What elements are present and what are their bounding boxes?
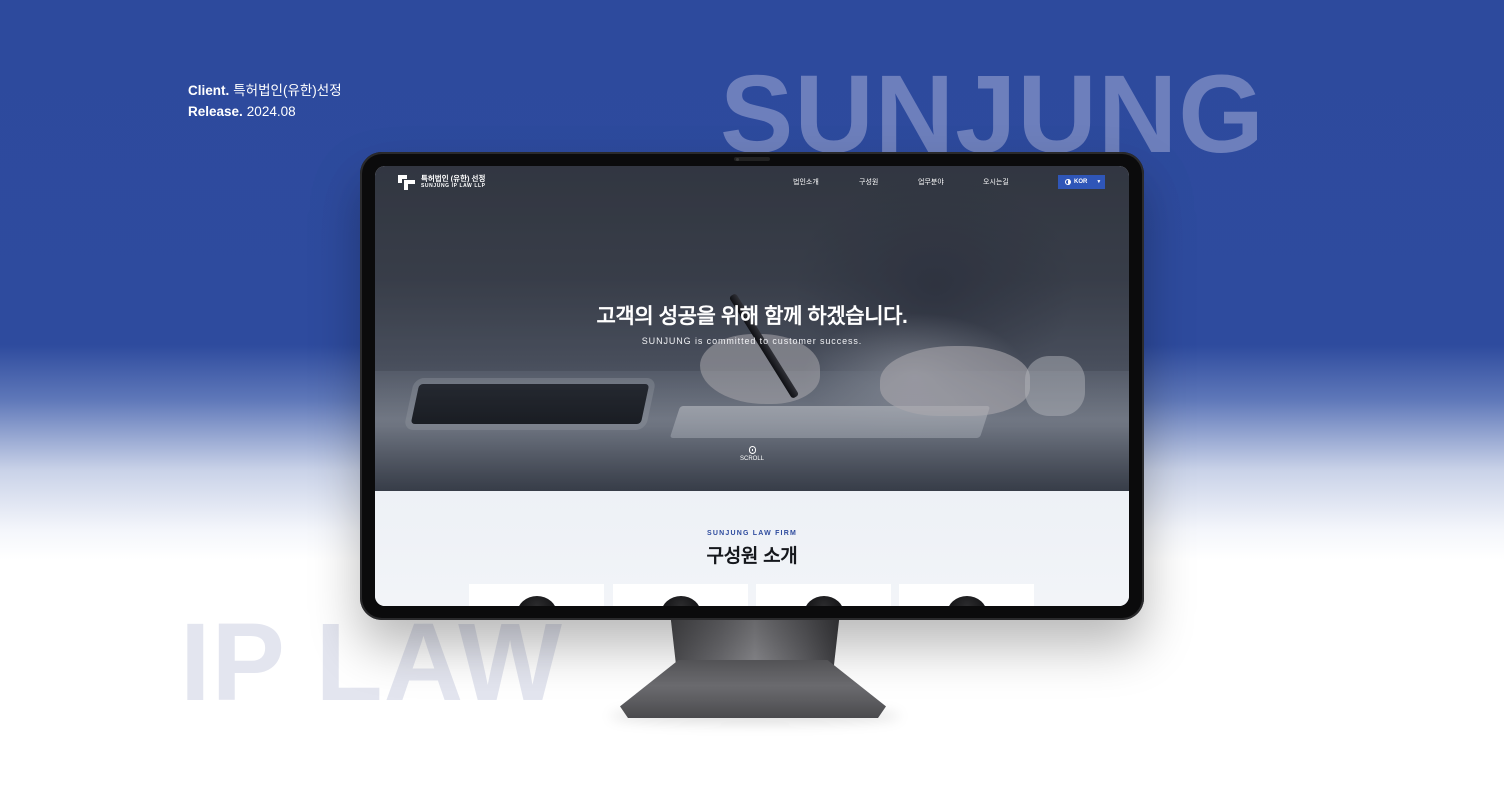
logo-text-en: SUNJUNG IP LAW LLP: [421, 183, 486, 189]
member-card[interactable]: [899, 584, 1034, 606]
client-line: Client. 특허법인(유한)선정: [188, 80, 342, 101]
release-label: Release.: [188, 104, 243, 119]
nav-item-directions[interactable]: 오시는길: [983, 177, 1009, 187]
scroll-label: SCROLL: [739, 456, 764, 462]
language-select-button[interactable]: KOR ▼: [1058, 175, 1105, 189]
backdrop-word-bottom: IP LAW: [180, 601, 563, 724]
client-value: 특허법인(유한)선정: [233, 83, 342, 98]
site-logo[interactable]: 특허법인 (유한) 선정 SUNJUNG IP LAW LLP: [398, 174, 486, 190]
member-card[interactable]: [613, 584, 748, 606]
scroll-indicator[interactable]: SCROLL: [732, 446, 772, 462]
member-card[interactable]: [756, 584, 891, 606]
project-meta: Client. 특허법인(유한)선정 Release. 2024.08: [188, 80, 342, 122]
monitor-screen: 특허법인 (유한) 선정 SUNJUNG IP LAW LLP 법인소개 구성원…: [375, 166, 1129, 606]
member-photo: [517, 596, 557, 606]
release-value: 2024.08: [246, 104, 296, 119]
member-photo: [947, 596, 987, 606]
monitor-camera: [734, 157, 770, 161]
hero-title: 고객의 성공을 위해 함께 하겠습니다.: [596, 305, 908, 328]
logo-mark-icon: [398, 174, 415, 190]
nav-item-members[interactable]: 구성원: [859, 177, 878, 187]
nav-item-about[interactable]: 법인소개: [793, 177, 819, 187]
nav-item-practice[interactable]: 업무분야: [918, 177, 944, 187]
hero-subtitle: SUNJUNG is committed to customer success…: [641, 336, 863, 346]
members-section: SUNJUNG LAW FIRM 구성원 소개: [375, 491, 1129, 606]
release-line: Release. 2024.08: [188, 101, 342, 122]
monitor-camera-dot: [736, 158, 739, 161]
member-card[interactable]: [469, 584, 604, 606]
section-title: 구성원 소개: [706, 546, 798, 567]
logo-text-ko: 특허법인 (유한) 선정: [421, 174, 486, 183]
member-photo: [804, 596, 844, 606]
logo-text: 특허법인 (유한) 선정 SUNJUNG IP LAW LLP: [421, 174, 486, 190]
chevron-down-icon: ▼: [1096, 179, 1102, 185]
section-eyebrow: SUNJUNG LAW FIRM: [707, 530, 797, 537]
hero-section: 특허법인 (유한) 선정 SUNJUNG IP LAW LLP 법인소개 구성원…: [375, 166, 1129, 491]
client-label: Client.: [188, 83, 230, 98]
language-label: KOR: [1074, 179, 1088, 185]
globe-icon: [1065, 179, 1071, 185]
mouse-scroll-icon: [748, 446, 756, 454]
member-photo: [661, 596, 701, 606]
